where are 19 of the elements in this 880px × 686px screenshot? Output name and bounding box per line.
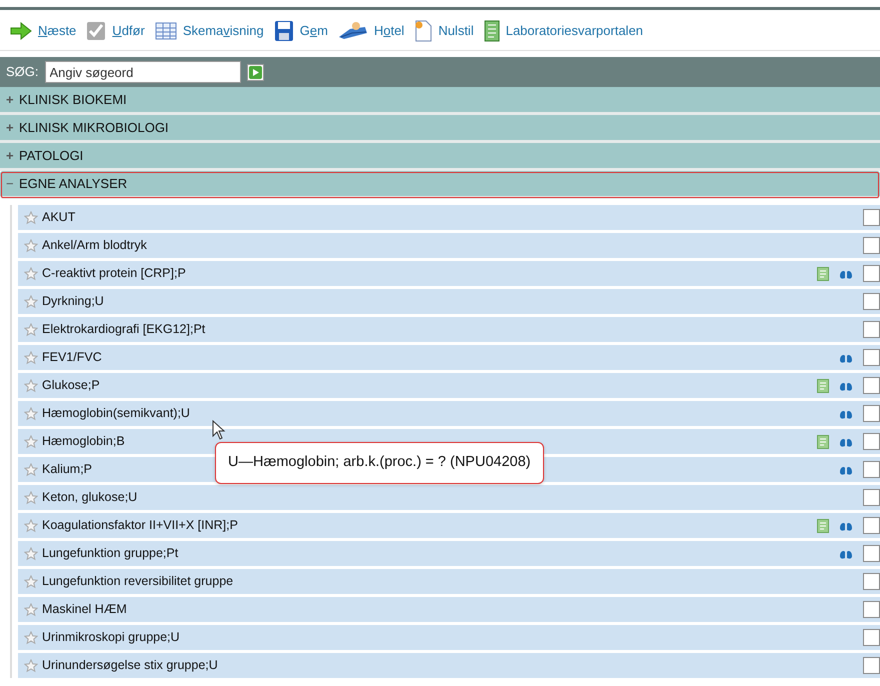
analysis-name: Lungefunktion gruppe;Pt bbox=[42, 545, 178, 562]
analysis-name: Hæmoglobin(semikvant);U bbox=[42, 405, 190, 422]
analysis-name: Lungefunktion reversibilitet gruppe bbox=[42, 573, 234, 590]
analysis-name: Hæmoglobin;B bbox=[42, 433, 125, 450]
analysis-name: Urinmikroskopi gruppe;U bbox=[42, 629, 180, 646]
search-label: SØG: bbox=[6, 63, 39, 82]
analysis-name: Koagulationsfaktor II+VII+X [INR];P bbox=[42, 517, 238, 534]
analysis-name: FEV1/FVC bbox=[42, 349, 102, 366]
analysis-name: Elektrokardiografi [EKG12];Pt bbox=[42, 321, 206, 338]
analysis-name: Urinundersøgelse stix gruppe;U bbox=[42, 657, 218, 674]
analysis-name: Keton, glukose;U bbox=[42, 489, 138, 506]
analysis-name: Maskinel HÆM bbox=[42, 601, 127, 618]
tooltip: U—Hæmoglobin; arb.k.(proc.) = ? (NPU04208) bbox=[215, 442, 544, 484]
analysis-name: Dyrkning;U bbox=[42, 293, 104, 310]
analysis-name: Glukose;P bbox=[42, 377, 100, 394]
analysis-name: Kalium;P bbox=[42, 461, 92, 478]
analysis-name: AKUT bbox=[42, 209, 76, 226]
analysis-name: Ankel/Arm blodtryk bbox=[42, 237, 147, 254]
analysis-name: C-reaktivt protein [CRP];P bbox=[42, 265, 186, 282]
